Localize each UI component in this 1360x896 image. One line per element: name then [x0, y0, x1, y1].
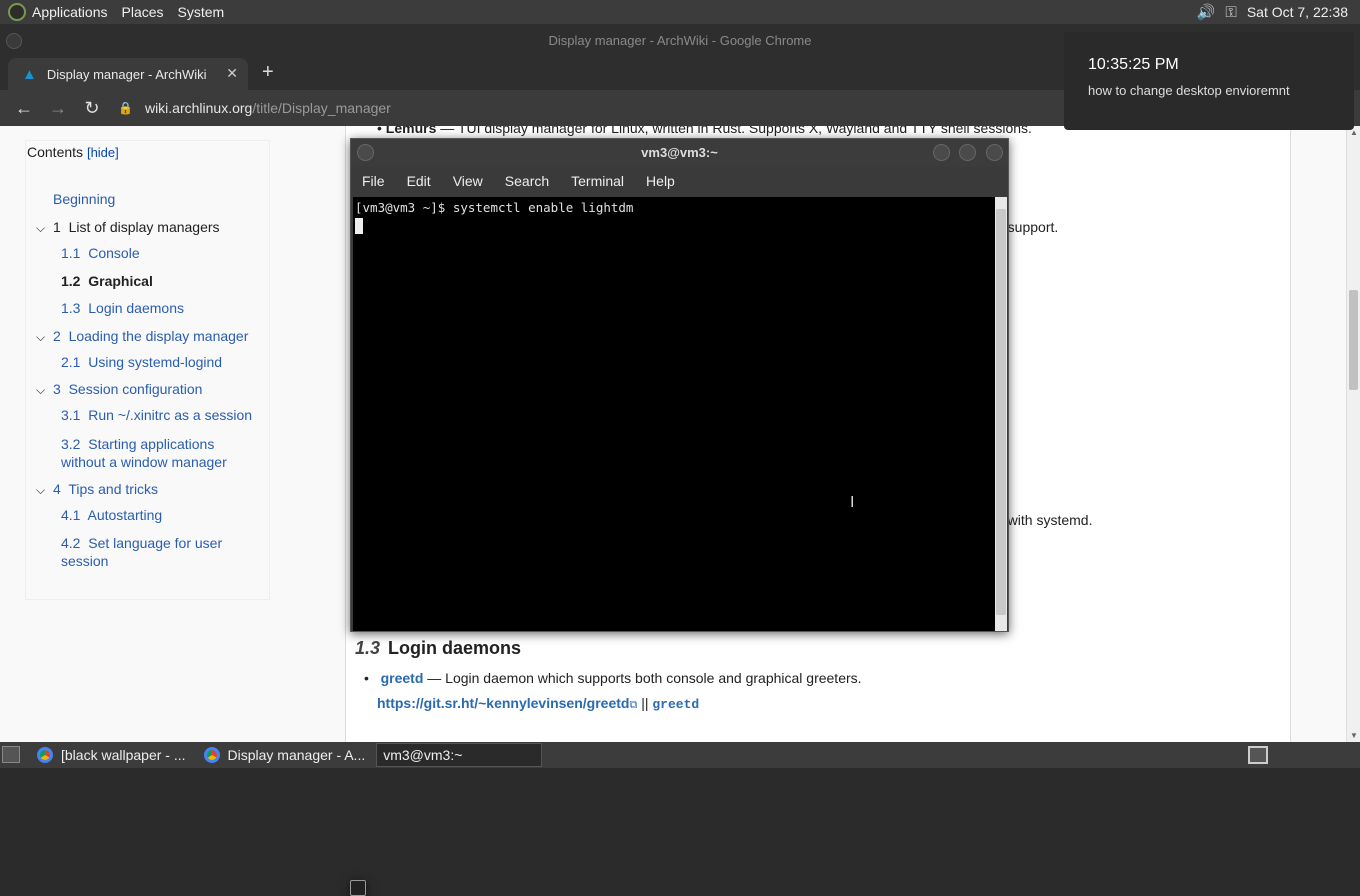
scroll-down-icon[interactable]: ▼: [1350, 731, 1358, 740]
chevron-down-icon[interactable]: ⌵: [36, 383, 45, 398]
panel-clock[interactable]: Sat Oct 7, 22:38: [1247, 4, 1348, 20]
menu-file[interactable]: File: [362, 173, 385, 189]
table-of-contents: [25, 140, 270, 600]
lock-icon[interactable]: 🔒: [118, 101, 133, 115]
toc-item-1[interactable]: 1 List of display managers: [53, 219, 220, 235]
tab-title: Display manager - ArchWiki: [46, 66, 207, 82]
show-desktop-icon[interactable]: [2, 746, 20, 763]
task-chrome-archwiki[interactable]: Display manager - A...: [197, 743, 373, 767]
panel-tray: 🔊 ⚿ Sat Oct 7, 22:38: [1197, 0, 1348, 24]
toc-item-3-2[interactable]: 3.2 Starting applications without a wind…: [61, 435, 261, 471]
menu-help[interactable]: Help: [646, 173, 675, 189]
window-menu-icon[interactable]: [357, 144, 374, 161]
toc-item-beginning[interactable]: Beginning: [53, 191, 115, 207]
toc-item-3-1[interactable]: 3.1 Run ~/.xinitrc as a session: [61, 407, 252, 423]
menu-places[interactable]: Places: [122, 4, 164, 20]
terminal-menubar: File Edit View Search Terminal Help: [351, 167, 1008, 195]
page-scrollbar[interactable]: ▲ ▼: [1346, 126, 1360, 742]
volume-icon[interactable]: 🔊: [1197, 3, 1216, 21]
toc-item-2[interactable]: 2 Loading the display manager: [53, 328, 248, 344]
greetd-link[interactable]: greetd: [381, 670, 424, 686]
chrome-icon: [203, 747, 220, 763]
chevron-down-icon[interactable]: ⌵: [36, 330, 45, 345]
menu-system[interactable]: System: [178, 4, 225, 20]
lemurs-entry: • Lemurs — TUI display manager for Linux…: [377, 126, 1032, 136]
toc-item-1-1[interactable]: 1.1 Console: [61, 245, 140, 261]
toc-item-1-2[interactable]: 1.2 Graphical: [61, 273, 153, 289]
task-chrome-wallpaper[interactable]: [black wallpaper - ...: [30, 743, 193, 767]
chrome-icon: [37, 747, 53, 763]
terminal-title: vm3@vm3:~: [641, 145, 718, 160]
toc-item-4-2[interactable]: 4.2 Set language for user session: [61, 534, 251, 570]
toc-item-2-1[interactable]: 2.1 Using systemd-logind: [61, 354, 222, 370]
greetd-links: https://git.sr.ht/~kennylevinsen/greetd⧉…: [377, 695, 700, 712]
toc-item-4[interactable]: 4 Tips and tricks: [53, 481, 158, 497]
terminal-titlebar[interactable]: vm3@vm3:~: [351, 139, 1008, 167]
greetd-package-link[interactable]: greetd: [652, 697, 699, 712]
text-fragment: e with systemd.: [996, 512, 1093, 528]
reload-icon[interactable]: ↻: [82, 98, 102, 119]
bottom-taskbar: [black wallpaper - ... Display manager -…: [0, 742, 1360, 896]
url-host: wiki.archlinux.org: [144, 100, 253, 116]
terminal-cursor: [355, 218, 363, 234]
scrollbar-thumb[interactable]: [1349, 290, 1358, 390]
menu-edit[interactable]: Edit: [407, 173, 431, 189]
notification-message: how to change desktop envioremnt: [1088, 83, 1290, 98]
ibeam-cursor-icon: I: [850, 494, 855, 511]
window-title-text: Display manager - ArchWiki - Google Chro…: [548, 33, 812, 48]
terminal-scrollbar-thumb[interactable]: [996, 209, 1006, 615]
toc-item-4-1[interactable]: 4.1 Autostarting: [61, 507, 162, 523]
menu-applications[interactable]: Applications: [32, 4, 108, 20]
menu-view[interactable]: View: [453, 173, 483, 189]
terminal-line: [vm3@vm3 ~]$ systemctl enable lightdm: [355, 200, 634, 215]
close-tab-icon[interactable]: ✕: [226, 65, 238, 82]
window-menu-icon[interactable]: [6, 33, 22, 49]
url-path: /title/Display_manager: [252, 100, 391, 116]
workspace-switcher[interactable]: [1248, 746, 1268, 764]
notification-popup[interactable]: 10:35:25 PM how to change desktop envior…: [1064, 32, 1354, 130]
terminal-icon: [350, 880, 366, 896]
menu-terminal[interactable]: Terminal: [571, 173, 624, 189]
terminal-scrollbar[interactable]: [995, 197, 1007, 631]
greetd-entry: • greetd — Login daemon which supports b…: [364, 670, 862, 686]
new-tab-icon[interactable]: +: [262, 61, 274, 84]
maximize-icon[interactable]: [959, 144, 976, 161]
section-heading-login-daemons: 1.3 Login daemons: [355, 638, 522, 658]
back-icon[interactable]: ←: [14, 98, 34, 119]
chevron-down-icon[interactable]: ⌵: [36, 483, 45, 498]
distro-logo-icon[interactable]: [8, 3, 26, 21]
close-icon[interactable]: [986, 144, 1003, 161]
minimize-icon[interactable]: [933, 144, 950, 161]
toc-item-1-3[interactable]: 1.3 Login daemons: [61, 300, 184, 316]
address-bar[interactable]: 🔒 wiki.archlinux.org /title/Display_mana…: [112, 94, 1202, 122]
forward-icon[interactable]: →: [48, 98, 68, 119]
tab-display-manager[interactable]: ▲ Display manager - ArchWiki ✕: [8, 58, 248, 90]
toc-hide-link[interactable]: hide: [91, 145, 116, 160]
menu-search[interactable]: Search: [505, 173, 549, 189]
terminal-window: vm3@vm3:~ File Edit View Search Terminal…: [350, 138, 1009, 632]
task-terminal[interactable]: vm3@vm3:~: [350, 743, 543, 896]
terminal-output[interactable]: [vm3@vm3 ~]$ systemctl enable lightdm: [353, 197, 995, 631]
chevron-down-icon[interactable]: ⌵: [36, 221, 45, 236]
greetd-homepage-link[interactable]: https://git.sr.ht/~kennylevinsen/greetd: [377, 695, 629, 711]
network-key-icon[interactable]: ⚿: [1225, 4, 1236, 21]
archwiki-favicon-icon: ▲: [22, 65, 37, 83]
notification-time: 10:35:25 PM: [1088, 56, 1179, 73]
toc-item-3[interactable]: 3 Session configuration: [53, 381, 202, 397]
top-panel: Applications Places System 🔊 ⚿ Sat Oct 7…: [0, 0, 1360, 24]
toc-title: Contents [hide]: [27, 144, 119, 160]
